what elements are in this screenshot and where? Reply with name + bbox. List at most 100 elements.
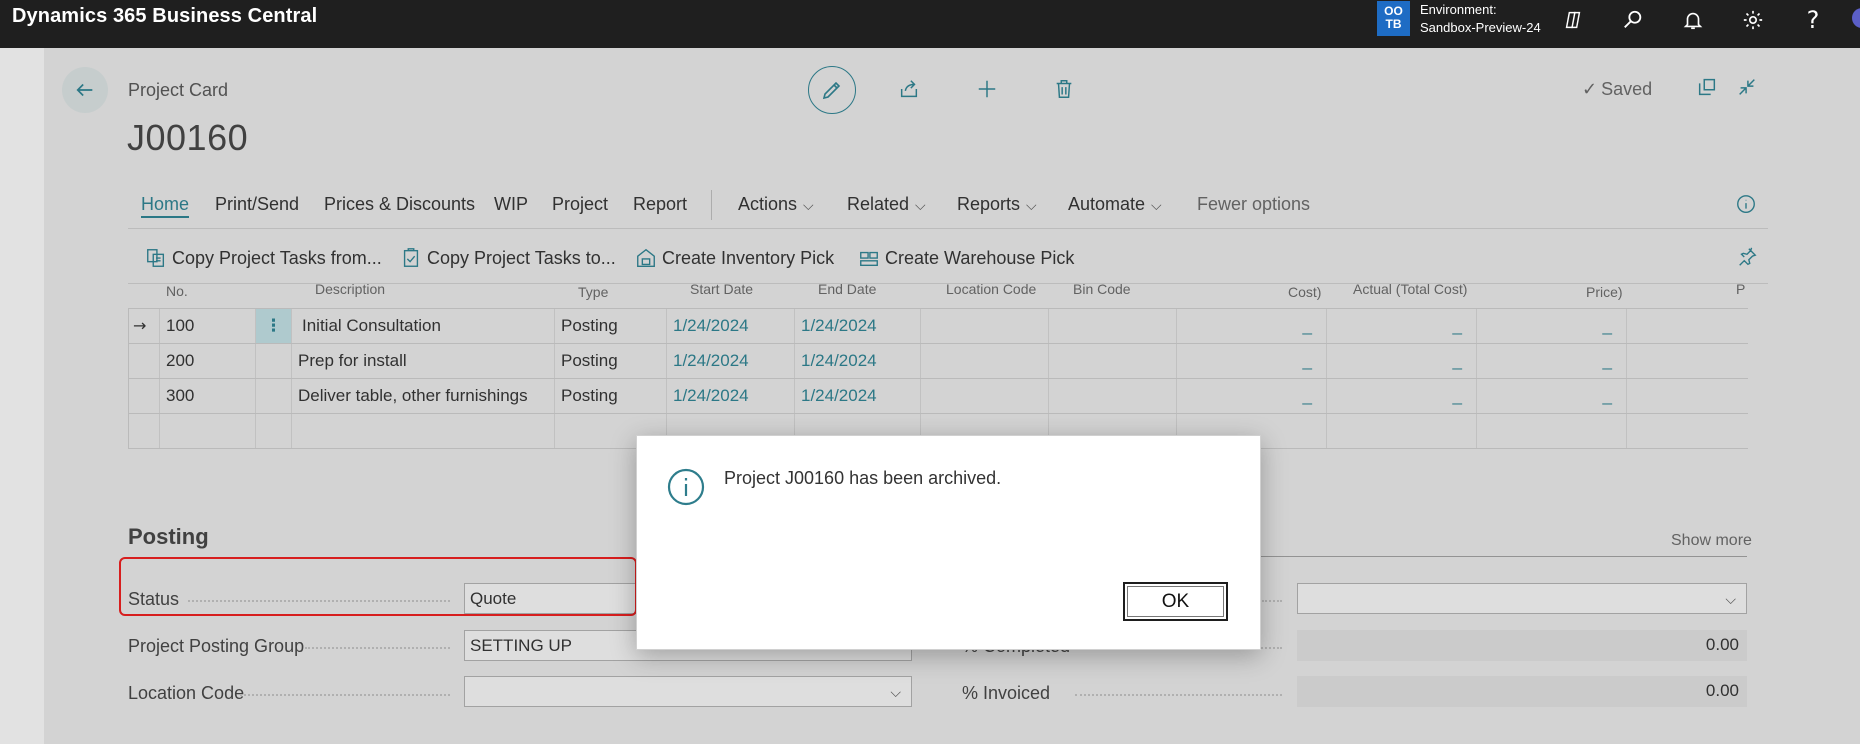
task-no[interactable]: 300 xyxy=(159,379,255,414)
task-start-date[interactable]: 1/24/2024 xyxy=(666,309,794,344)
task-bin-code[interactable] xyxy=(1048,309,1176,344)
task-p[interactable] xyxy=(1626,414,1748,449)
task-description[interactable]: Prep for install xyxy=(291,344,554,379)
column-header-description[interactable]: Description xyxy=(315,281,385,297)
task-location-code[interactable] xyxy=(920,309,1048,344)
environment-badge[interactable]: OO TB xyxy=(1377,1,1410,36)
open-in-new-window-button[interactable] xyxy=(1694,74,1720,100)
copilot-icon[interactable] xyxy=(1558,5,1588,35)
copy-project-tasks-to-button[interactable]: Copy Project Tasks to... xyxy=(400,247,616,269)
column-header-no[interactable]: No. xyxy=(166,283,188,299)
row-selector[interactable] xyxy=(128,379,159,414)
task-end-date[interactable]: 1/24/2024 xyxy=(794,309,920,344)
task-p[interactable] xyxy=(1626,309,1748,344)
task-actual-total-cost[interactable] xyxy=(1326,414,1476,449)
row-menu-cell[interactable] xyxy=(255,414,291,449)
pencil-icon xyxy=(822,81,841,100)
column-header-location-code[interactable]: Location Code xyxy=(946,281,1036,297)
task-no[interactable]: 100 xyxy=(159,309,255,344)
column-header-bin-code[interactable]: Bin Code xyxy=(1073,281,1131,297)
highlight-annotation xyxy=(119,557,637,616)
row-menu-button[interactable]: ⋮ xyxy=(255,309,291,344)
task-bin-code[interactable] xyxy=(1048,379,1176,414)
task-end-date[interactable]: 1/24/2024 xyxy=(794,379,920,414)
location-code-select[interactable]: ⌵ xyxy=(464,676,912,707)
settings-gear-icon[interactable] xyxy=(1738,5,1768,35)
info-circle-icon xyxy=(667,468,705,506)
menu-automate[interactable]: Automate ⌵ xyxy=(1068,194,1162,215)
show-more-link[interactable]: Show more xyxy=(1671,532,1752,550)
row-selector[interactable] xyxy=(128,344,159,379)
task-start-date[interactable]: 1/24/2024 xyxy=(666,344,794,379)
app-title[interactable]: Dynamics 365 Business Central xyxy=(12,5,317,28)
create-inventory-pick-button[interactable]: Create Inventory Pick xyxy=(635,247,834,269)
task-cost[interactable]: _ xyxy=(1176,309,1326,344)
task-type[interactable]: Posting xyxy=(554,379,666,414)
task-description[interactable]: Deliver table, other furnishings xyxy=(291,379,554,414)
task-actual-total-cost[interactable]: _ xyxy=(1326,309,1476,344)
task-actual-total-cost[interactable]: _ xyxy=(1326,344,1476,379)
task-p[interactable] xyxy=(1626,344,1748,379)
row-menu-cell[interactable] xyxy=(255,344,291,379)
pin-icon[interactable] xyxy=(1736,246,1758,268)
column-header-actual-total-cost[interactable]: Actual (Total Cost) xyxy=(1353,281,1467,297)
task-p[interactable] xyxy=(1626,379,1748,414)
task-type[interactable]: Posting xyxy=(554,309,666,344)
menu-reports[interactable]: Reports ⌵ xyxy=(957,194,1037,215)
task-bin-code[interactable] xyxy=(1048,344,1176,379)
tab-wip[interactable]: WIP xyxy=(494,194,528,215)
info-icon[interactable] xyxy=(1735,193,1757,215)
tab-prices-discounts[interactable]: Prices & Discounts xyxy=(324,194,475,215)
task-cost[interactable]: _ xyxy=(1176,344,1326,379)
menu-related[interactable]: Related ⌵ xyxy=(847,194,926,215)
avatar[interactable] xyxy=(1852,8,1860,28)
task-location-code[interactable] xyxy=(920,379,1048,414)
menu-actions[interactable]: Actions ⌵ xyxy=(738,194,814,215)
ok-button[interactable]: OK xyxy=(1123,582,1228,621)
table-row[interactable]: 200 Prep for install Posting 1/24/2024 1… xyxy=(128,343,1748,379)
task-price[interactable]: _ xyxy=(1476,379,1626,414)
task-end-date[interactable]: 1/24/2024 xyxy=(794,344,920,379)
task-price[interactable]: _ xyxy=(1476,309,1626,344)
task-description[interactable]: Initial Consultation xyxy=(291,309,554,344)
row-menu-cell[interactable] xyxy=(255,379,291,414)
notifications-bell-icon[interactable] xyxy=(1678,5,1708,35)
tab-report[interactable]: Report xyxy=(633,194,687,215)
share-button[interactable] xyxy=(896,76,922,102)
task-price[interactable]: _ xyxy=(1476,344,1626,379)
section-title-posting[interactable]: Posting xyxy=(128,524,209,550)
new-button[interactable] xyxy=(974,76,1000,102)
delete-button[interactable] xyxy=(1051,76,1077,102)
row-selector[interactable] xyxy=(128,414,159,449)
back-button[interactable] xyxy=(62,67,108,113)
tab-project[interactable]: Project xyxy=(552,194,608,215)
edit-button[interactable] xyxy=(808,66,856,114)
table-row[interactable]: → 100 ⋮ Initial Consultation Posting 1/2… xyxy=(128,308,1748,344)
task-no[interactable] xyxy=(159,414,255,449)
column-header-p[interactable]: P xyxy=(1736,281,1745,297)
column-header-type[interactable]: Type xyxy=(578,284,608,300)
fewer-options-button[interactable]: Fewer options xyxy=(1197,194,1310,215)
collapse-button[interactable] xyxy=(1734,74,1760,100)
posting-right-select[interactable]: ⌵ xyxy=(1297,583,1747,614)
table-row[interactable]: 300 Deliver table, other furnishings Pos… xyxy=(128,378,1748,414)
task-start-date[interactable]: 1/24/2024 xyxy=(666,379,794,414)
task-description[interactable] xyxy=(291,414,554,449)
column-header-end-date[interactable]: End Date xyxy=(818,281,876,297)
task-price[interactable] xyxy=(1476,414,1626,449)
task-cost[interactable]: _ xyxy=(1176,379,1326,414)
help-icon[interactable]: ? xyxy=(1798,5,1828,35)
column-header-cost[interactable]: Cost) xyxy=(1288,284,1321,300)
task-type[interactable]: Posting xyxy=(554,344,666,379)
task-no[interactable]: 200 xyxy=(159,344,255,379)
tab-home[interactable]: Home xyxy=(141,194,189,215)
task-location-code[interactable] xyxy=(920,344,1048,379)
environment-info[interactable]: Environment: Sandbox-Preview-24 xyxy=(1420,1,1541,37)
tab-print-send[interactable]: Print/Send xyxy=(215,194,299,215)
create-warehouse-pick-button[interactable]: Create Warehouse Pick xyxy=(858,247,1074,269)
column-header-price[interactable]: Price) xyxy=(1586,284,1623,300)
column-header-start-date[interactable]: Start Date xyxy=(690,281,753,297)
copy-project-tasks-from-button[interactable]: Copy Project Tasks from... xyxy=(145,247,382,269)
search-icon[interactable] xyxy=(1618,5,1648,35)
task-actual-total-cost[interactable]: _ xyxy=(1326,379,1476,414)
